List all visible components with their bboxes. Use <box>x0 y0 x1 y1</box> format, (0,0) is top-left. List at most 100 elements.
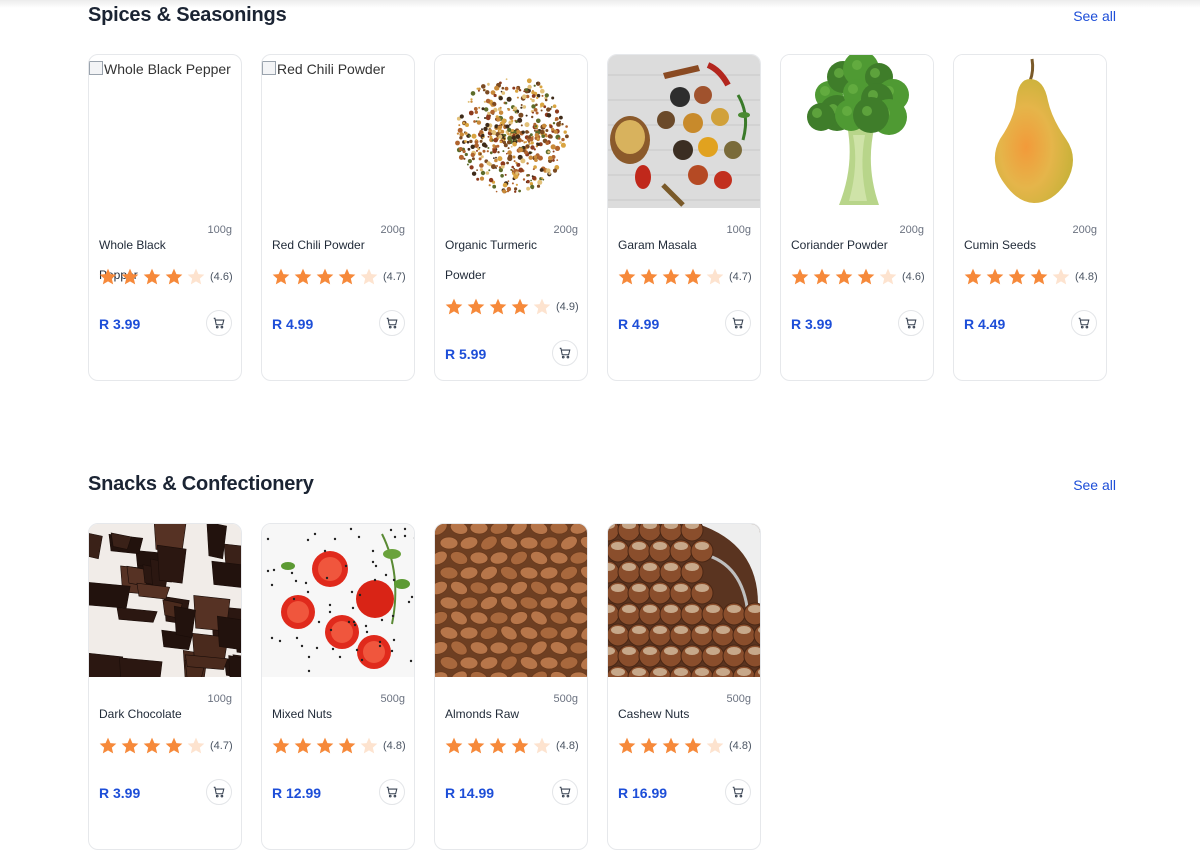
add-to-cart-button[interactable] <box>725 310 751 336</box>
star-icon <box>684 737 702 754</box>
product-rating: (4.6) <box>98 267 233 287</box>
rating-value: (4.8) <box>1075 271 1098 283</box>
product-card[interactable]: Garam Masala 100g (4.7) R 4.99 <box>607 54 761 381</box>
section-snacks: Snacks & Confectionery See all Dark Choc… <box>88 473 1118 850</box>
star-icon <box>879 268 897 285</box>
star-icon <box>533 298 551 315</box>
add-to-cart-button[interactable] <box>1071 310 1097 336</box>
cart-icon <box>213 786 225 798</box>
product-price: R 4.99 <box>618 316 660 332</box>
see-all-link[interactable]: See all <box>1073 8 1116 24</box>
product-weight: 500g <box>380 693 405 705</box>
product-card[interactable]: Mixed Nuts 500g (4.8) R 12.99 <box>261 523 415 850</box>
rating-value: (4.7) <box>210 740 233 752</box>
product-name: Almonds Raw <box>445 707 520 721</box>
product-image: Whole Black Pepper <box>89 55 241 208</box>
product-image <box>608 524 760 677</box>
product-rating: (4.8) <box>963 267 1098 287</box>
star-icon <box>964 268 982 285</box>
cart-icon <box>213 317 225 329</box>
product-price: R 4.99 <box>272 316 314 332</box>
product-weight: 100g <box>726 224 751 236</box>
add-to-cart-button[interactable] <box>552 340 578 366</box>
product-price: R 3.99 <box>791 316 833 332</box>
rating-value: (4.8) <box>383 740 406 752</box>
product-name: Red Chili Powder <box>272 238 365 252</box>
product-price: R 12.99 <box>272 785 322 801</box>
product-card[interactable]: Whole Black Pepper Whole Black Pepper 10… <box>88 54 242 381</box>
product-price: R 3.99 <box>99 785 141 801</box>
product-image <box>781 55 933 208</box>
star-icon <box>1052 268 1070 285</box>
rating-value: (4.6) <box>902 271 925 283</box>
product-rating: (4.6) <box>790 267 925 287</box>
star-icon <box>445 737 463 754</box>
section-title: Spices & Seasonings <box>88 4 287 26</box>
product-card[interactable]: Dark Chocolate 100g (4.7) R 3.99 <box>88 523 242 850</box>
product-name: Mixed Nuts <box>272 707 333 721</box>
star-icon <box>99 268 117 285</box>
product-image <box>262 524 414 677</box>
add-to-cart-button[interactable] <box>552 779 578 805</box>
product-weight: 100g <box>207 693 232 705</box>
product-name: Cashew Nuts <box>618 707 690 721</box>
star-icon <box>338 268 356 285</box>
product-price: R 3.99 <box>99 316 141 332</box>
product-card[interactable]: Cashew Nuts 500g (4.8) R 16.99 <box>607 523 761 850</box>
product-name: Garam Masala <box>618 238 697 252</box>
star-icon <box>187 268 205 285</box>
product-name: Coriander Powder <box>791 238 888 252</box>
add-to-cart-button[interactable] <box>379 310 405 336</box>
star-icon <box>857 268 875 285</box>
star-icon <box>813 268 831 285</box>
add-to-cart-button[interactable] <box>379 779 405 805</box>
star-icon <box>835 268 853 285</box>
star-icon <box>187 737 205 754</box>
add-to-cart-button[interactable] <box>206 310 232 336</box>
product-price: R 14.99 <box>445 785 495 801</box>
product-weight: 200g <box>899 224 924 236</box>
star-icon <box>272 737 290 754</box>
star-icon <box>445 298 463 315</box>
star-icon <box>489 737 507 754</box>
star-icon <box>121 268 139 285</box>
product-card[interactable]: Coriander Powder 200g (4.6) R 3.99 <box>780 54 934 381</box>
product-price: R 4.49 <box>964 316 1006 332</box>
product-rating: (4.7) <box>617 267 752 287</box>
rating-value: (4.8) <box>556 740 579 752</box>
add-to-cart-button[interactable] <box>206 779 232 805</box>
cart-icon <box>386 317 398 329</box>
product-weight: 200g <box>380 224 405 236</box>
product-image: Red Chili Powder <box>262 55 414 208</box>
see-all-link[interactable]: See all <box>1073 477 1116 493</box>
star-icon <box>143 737 161 754</box>
add-to-cart-button[interactable] <box>725 779 751 805</box>
product-card[interactable]: Cumin Seeds 200g (4.8) R 4.49 <box>953 54 1107 381</box>
image-alt-text: Red Chili Powder <box>277 61 386 77</box>
rating-value: (4.7) <box>383 271 406 283</box>
star-icon <box>272 268 290 285</box>
product-name: Dark Chocolate <box>99 707 182 721</box>
section-header: Spices & Seasonings See all <box>88 4 1118 38</box>
product-weight: 500g <box>553 693 578 705</box>
star-icon <box>316 268 334 285</box>
star-icon <box>684 268 702 285</box>
star-icon <box>360 268 378 285</box>
cart-icon <box>559 347 571 359</box>
product-card[interactable]: Almonds Raw 500g (4.8) R 14.99 <box>434 523 588 850</box>
star-icon <box>143 268 161 285</box>
star-icon <box>467 737 485 754</box>
star-icon <box>511 737 529 754</box>
star-icon <box>662 268 680 285</box>
star-icon <box>165 268 183 285</box>
product-weight: 500g <box>726 693 751 705</box>
product-card[interactable]: Red Chili Powder Red Chili Powder 200g (… <box>261 54 415 381</box>
add-to-cart-button[interactable] <box>898 310 924 336</box>
product-rating: (4.8) <box>271 736 406 756</box>
star-icon <box>511 298 529 315</box>
product-name: Organic Turmeric Powder <box>445 238 538 282</box>
product-rating: (4.7) <box>271 267 406 287</box>
image-alt-text: Whole Black Pepper <box>104 61 231 77</box>
rating-value: (4.6) <box>210 271 233 283</box>
product-card[interactable]: Organic Turmeric Powder 200g (4.9) R 5.9… <box>434 54 588 381</box>
